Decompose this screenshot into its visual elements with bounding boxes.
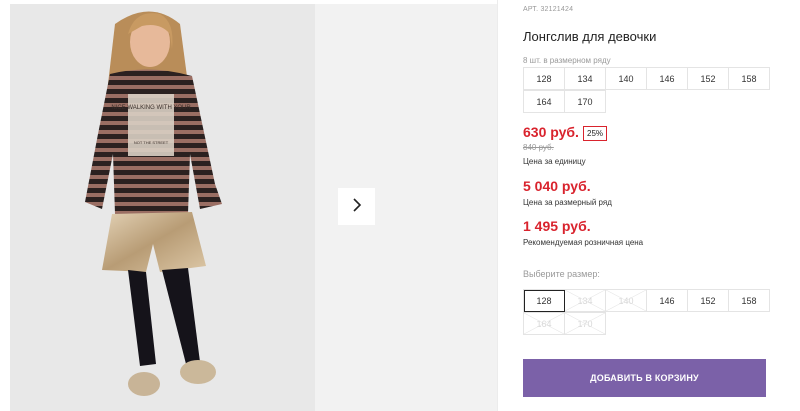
series-size-grid: 128 134 140 146 152 158 xyxy=(523,67,770,90)
unit-price-label: Цена за единицу xyxy=(523,157,586,166)
size-option-146[interactable]: 146 xyxy=(647,290,688,312)
discount-badge: 25% xyxy=(583,126,608,141)
shirt-print-small-text: NOT THE STREET xyxy=(134,140,169,145)
series-size-cell: 140 xyxy=(606,68,647,90)
chevron-right-icon xyxy=(351,197,363,216)
series-size-cell: 164 xyxy=(524,91,565,113)
retail-price-label: Рекомендуемая розничная цена xyxy=(523,238,644,247)
series-price-label: Цена за размерный ряд xyxy=(523,198,612,207)
size-option-152[interactable]: 152 xyxy=(688,290,729,312)
unit-price: 630 руб. xyxy=(523,124,579,140)
series-size-cell: 128 xyxy=(524,68,565,90)
retail-price: 1 495 руб. xyxy=(523,218,591,234)
series-size-cell: 170 xyxy=(565,91,606,113)
series-size-cell: 158 xyxy=(729,68,770,90)
series-size-cell: 146 xyxy=(647,68,688,90)
article-label: АРТ. xyxy=(523,6,539,13)
series-note: 8 шт. в размерном ряду xyxy=(523,56,611,65)
series-size-grid-row2: 164 170 xyxy=(523,90,606,113)
size-option-164: 164 xyxy=(524,313,565,335)
series-price: 5 040 руб. xyxy=(523,178,591,194)
panel-divider xyxy=(497,0,498,411)
size-option-140: 140 xyxy=(606,290,647,312)
choose-size-label: Выберите размер: xyxy=(523,269,600,279)
article-value: 32121424 xyxy=(540,6,574,13)
size-option-134: 134 xyxy=(565,290,606,312)
product-title: Лонгслив для девочки xyxy=(523,29,657,44)
next-photo-button[interactable] xyxy=(338,188,375,225)
size-selector-row2: 164 170 xyxy=(523,312,606,335)
size-option-158[interactable]: 158 xyxy=(729,290,770,312)
size-selector: 128 134 140 146 152 158 xyxy=(523,289,770,312)
old-price: 840 руб. xyxy=(523,143,554,152)
series-size-cell: 152 xyxy=(688,68,729,90)
shirt-print-text: NICE WALKING WITH YOUR xyxy=(111,105,191,111)
product-gallery: NICE WALKING WITH YOUR NOT THE STREET xyxy=(0,0,497,411)
size-option-170: 170 xyxy=(565,313,606,335)
article-number: АРТ. 32121424 xyxy=(523,6,573,13)
series-size-cell: 134 xyxy=(565,68,606,90)
add-to-cart-button[interactable]: ДОБАВИТЬ В КОРЗИНУ xyxy=(523,359,766,397)
product-photo: NICE WALKING WITH YOUR NOT THE STREET xyxy=(10,4,315,411)
size-option-128[interactable]: 128 xyxy=(524,290,565,312)
